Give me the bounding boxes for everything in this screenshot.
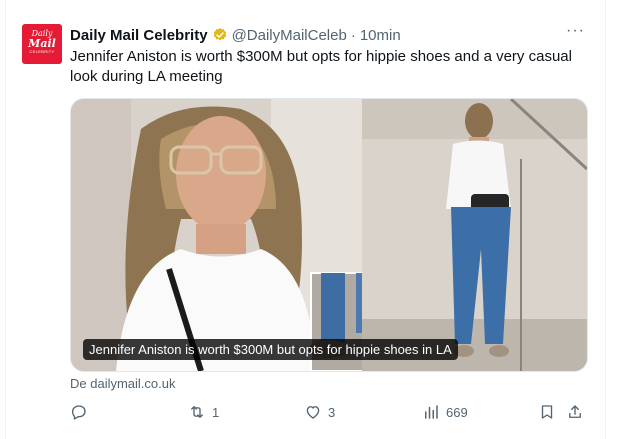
- views-button[interactable]: 669: [422, 402, 468, 422]
- tweet-header: Daily Mail Celebrity @DailyMailCeleb · 1…: [70, 26, 401, 44]
- timeline-border-right: [605, 0, 606, 439]
- retweet-count: 1: [212, 404, 220, 420]
- retweet-icon: [191, 406, 203, 418]
- tweet-actions: 1 3 669: [70, 402, 590, 422]
- timeline-border-left: [5, 0, 6, 439]
- card-source-link[interactable]: De dailymail.co.uk: [70, 376, 176, 391]
- heart-icon: [306, 406, 320, 419]
- retweet-button[interactable]: 1: [188, 402, 219, 422]
- bookmark-button[interactable]: [538, 402, 556, 422]
- link-card[interactable]: Jennifer Aniston is worth $300M but opts…: [70, 98, 588, 372]
- card-caption: Jennifer Aniston is worth $300M but opts…: [83, 339, 458, 360]
- avatar[interactable]: Daily Mail CELEBRITY: [22, 24, 62, 64]
- share-button[interactable]: [566, 402, 584, 422]
- bookmark-icon: [541, 405, 553, 419]
- share-icon: [569, 405, 581, 418]
- author-name[interactable]: Daily Mail Celebrity: [70, 27, 208, 44]
- like-count: 3: [328, 404, 336, 420]
- separator-dot: ·: [350, 26, 356, 44]
- views-count: 669: [446, 404, 468, 420]
- avatar-logo-line2: Mail: [28, 37, 56, 50]
- more-options-icon[interactable]: ···: [566, 22, 585, 40]
- tweet-timestamp[interactable]: 10min: [360, 27, 401, 44]
- reply-icon: [71, 405, 86, 420]
- author-handle[interactable]: @DailyMailCeleb: [232, 27, 347, 44]
- tweet[interactable]: Daily Mail CELEBRITY Daily Mail Celebrit…: [0, 0, 606, 439]
- verified-badge-icon: [212, 27, 228, 43]
- card-image: [71, 99, 587, 371]
- reply-button[interactable]: [70, 402, 94, 422]
- like-button[interactable]: 3: [304, 402, 335, 422]
- tweet-text: Jennifer Aniston is worth $300M but opts…: [70, 48, 572, 85]
- views-chart-icon: [425, 405, 438, 419]
